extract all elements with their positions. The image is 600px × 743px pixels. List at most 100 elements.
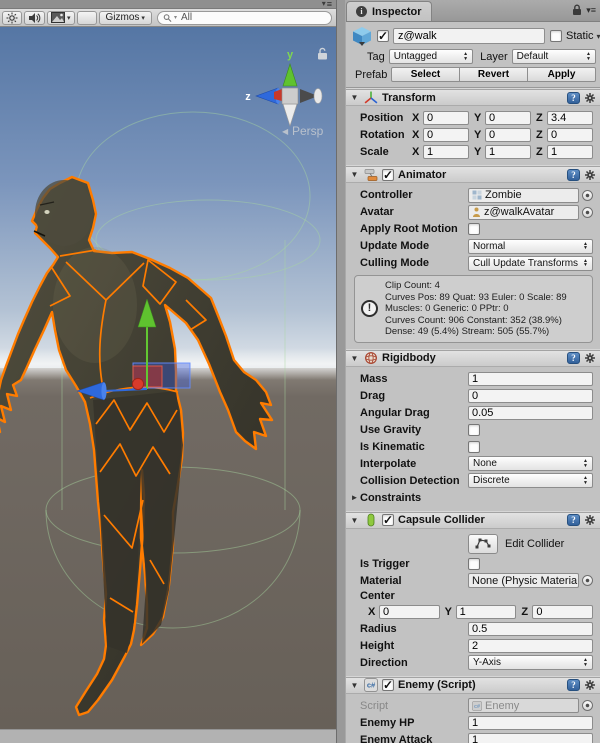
collision-detection-dropdown[interactable]: Discrete ▲▼ [468, 473, 593, 488]
gizmo-persp-label[interactable]: Persp [292, 124, 324, 138]
layer-dropdown[interactable]: Default ▲▼ [512, 49, 596, 64]
culling-mode-dropdown[interactable]: Cull Update Transforms ▲▼ [468, 256, 593, 271]
constraints-label: Constraints [360, 492, 421, 504]
scene-lock-icon[interactable] [318, 48, 327, 59]
drag-field[interactable] [468, 389, 593, 403]
animator-help-icon[interactable]: ? [567, 169, 580, 181]
enemy-attack-field[interactable] [468, 733, 593, 743]
script-object-field[interactable]: c# Enemy [468, 698, 579, 713]
enemy-script-help-icon[interactable]: ? [567, 679, 580, 691]
position-y-field[interactable] [485, 111, 531, 125]
enemy-script-enabled-checkbox[interactable] [382, 679, 394, 691]
scene-toolbar-blank-button[interactable] [77, 11, 97, 25]
capsule-collider-help-icon[interactable]: ? [567, 514, 580, 526]
pane-splitter[interactable] [336, 0, 346, 743]
mass-label: Mass [360, 373, 468, 385]
prefab-select-button[interactable]: Select [391, 67, 460, 82]
audio-toggle-button[interactable] [24, 11, 45, 25]
rotation-x-field[interactable] [423, 128, 469, 142]
tab-inspector[interactable]: i Inspector [346, 1, 432, 21]
rotation-z-field[interactable] [547, 128, 593, 142]
scale-y-field[interactable] [485, 145, 531, 159]
prefab-apply-button[interactable]: Apply [527, 67, 596, 82]
enemy-hp-field[interactable] [468, 716, 593, 730]
scene-pane-menu-icon[interactable]: ≡ [327, 0, 332, 8]
angular-drag-field[interactable] [468, 406, 593, 420]
update-mode-dropdown[interactable]: Normal ▲▼ [468, 239, 593, 254]
controller-row: Controller Zombie [360, 187, 593, 203]
enemy-script-foldout[interactable]: ▼ [349, 681, 360, 690]
rotation-y-field[interactable] [485, 128, 531, 142]
center-z-field[interactable] [532, 605, 593, 619]
height-field[interactable] [468, 639, 593, 653]
tag-dropdown[interactable]: Untagged ▲▼ [389, 49, 473, 64]
effects-dropdown-icon[interactable]: ▾ [67, 14, 71, 22]
inspector-panel: i Inspector ▾≡ [346, 0, 600, 743]
search-filter-dropdown-icon[interactable]: ▾ [174, 14, 177, 21]
capsule-collider-gear-icon[interactable] [584, 514, 596, 526]
position-x-field[interactable] [423, 111, 469, 125]
info-line: Dense: 49 (5.4%) Stream: 505 (55.7%) [385, 326, 588, 338]
controller-object-field[interactable]: Zombie [468, 188, 579, 203]
rotation-row: Rotation X Y Z [360, 127, 593, 143]
orientation-gizmo[interactable]: y z ◀ Persp [232, 30, 332, 140]
mass-field[interactable] [468, 372, 593, 386]
lighting-toggle-button[interactable] [2, 11, 22, 25]
prefab-revert-button[interactable]: Revert [459, 67, 528, 82]
enemy-script-gear-icon[interactable] [584, 679, 596, 691]
is-kinematic-checkbox[interactable] [468, 441, 480, 453]
inspector-menu-icon[interactable]: ▾≡ [586, 5, 596, 16]
is-trigger-checkbox[interactable] [468, 558, 480, 570]
gameobject-active-checkbox[interactable] [377, 30, 389, 42]
inspector-lock-icon[interactable] [572, 4, 582, 16]
animator-foldout[interactable]: ▼ [349, 170, 360, 179]
scale-x-field[interactable] [423, 145, 469, 159]
apply-root-motion-checkbox[interactable] [468, 223, 480, 235]
radius-field[interactable] [468, 622, 593, 636]
scene-search-input[interactable] [179, 11, 326, 24]
gizmo-center-cube[interactable] [282, 88, 298, 104]
avatar-object-field[interactable]: z@walkAvatar [468, 205, 579, 220]
effects-toggle-button[interactable]: ▾ [47, 11, 75, 25]
scene-pane-dropdown-icon[interactable]: ▾ [322, 0, 326, 8]
rigidbody-foldout[interactable]: ▼ [349, 354, 360, 363]
edit-collider-button[interactable] [468, 534, 498, 554]
use-gravity-checkbox[interactable] [468, 424, 480, 436]
center-x-field[interactable] [379, 605, 440, 619]
material-picker-icon[interactable] [582, 575, 593, 586]
constraints-foldout[interactable]: ► [349, 493, 360, 502]
enemy-attack-label: Enemy Attack [360, 734, 468, 743]
material-object-field[interactable]: None (Physic Materia [468, 573, 579, 588]
constraints-row[interactable]: ► Constraints [349, 490, 593, 506]
direction-dropdown[interactable]: Y-Axis ▲▼ [468, 655, 593, 670]
position-z-field[interactable] [547, 111, 593, 125]
static-checkbox[interactable] [550, 30, 562, 42]
height-row: Height [360, 638, 593, 654]
avatar-row: Avatar z@walkAvatar [360, 204, 593, 220]
scene-search-field[interactable]: ▾ [157, 11, 332, 25]
transform-help-icon[interactable]: ? [567, 92, 580, 104]
rigidbody-component: ▼ Rigidbody ? Mass [346, 349, 600, 511]
rigidbody-gear-icon[interactable] [584, 352, 596, 364]
interpolate-dropdown[interactable]: None ▲▼ [468, 456, 593, 471]
static-dropdown-icon[interactable]: ▾ [597, 32, 600, 41]
translate-gizmo-x-handle[interactable] [132, 378, 143, 389]
animator-controller-icon [472, 190, 482, 200]
capsule-collider-foldout[interactable]: ▼ [349, 516, 360, 525]
controller-picker-icon[interactable] [582, 190, 593, 201]
use-gravity-row: Use Gravity [360, 422, 593, 438]
transform-foldout[interactable]: ▼ [349, 93, 360, 102]
gameobject-name-input[interactable] [393, 28, 545, 44]
gizmo-y-cone[interactable] [283, 64, 297, 86]
center-y-field[interactable] [456, 605, 517, 619]
avatar-picker-icon[interactable] [582, 207, 593, 218]
rigidbody-help-icon[interactable]: ? [567, 352, 580, 364]
gizmos-dropdown-button[interactable]: Gizmos ▾ [99, 11, 152, 25]
animator-gear-icon[interactable] [584, 169, 596, 181]
capsule-collider-enabled-checkbox[interactable] [382, 514, 394, 526]
script-picker-icon[interactable] [582, 700, 593, 711]
scale-z-field[interactable] [547, 145, 593, 159]
animator-enabled-checkbox[interactable] [382, 169, 394, 181]
gizmo-down-cone[interactable] [283, 104, 297, 126]
transform-gear-icon[interactable] [584, 92, 596, 104]
